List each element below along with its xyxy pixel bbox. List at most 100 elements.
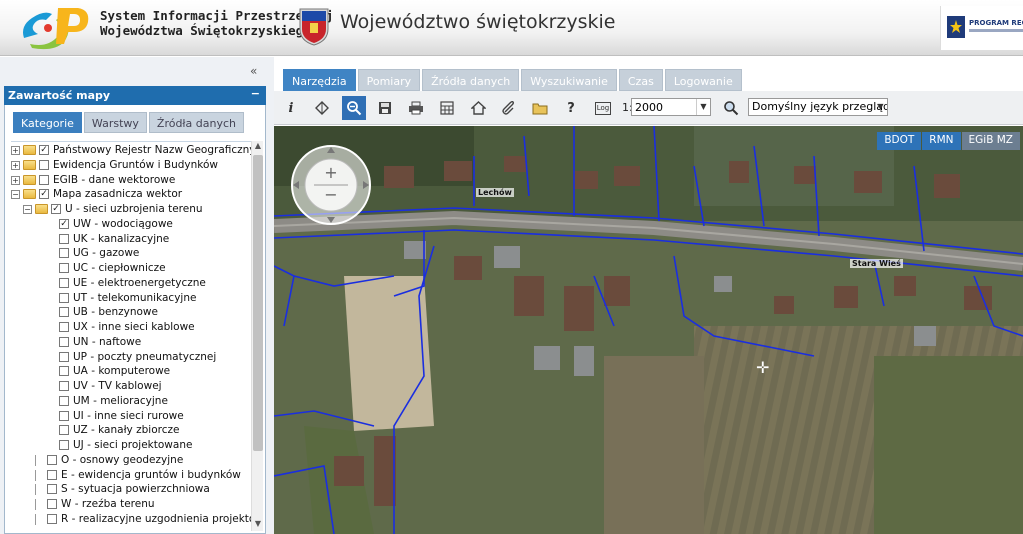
calculator-icon[interactable]	[436, 97, 458, 119]
layer-button-egib-mz[interactable]: EGiB MZ	[961, 132, 1020, 150]
layer-checkbox[interactable]	[59, 440, 69, 450]
collapse-icon[interactable]: −	[23, 205, 32, 214]
tree-item[interactable]: UB - benzynowe	[11, 305, 251, 320]
tree-item[interactable]: UA - komputerowe	[11, 364, 251, 379]
layer-checkbox[interactable]: ✓	[59, 218, 69, 229]
tab-logowanie[interactable]: Logowanie	[664, 69, 742, 91]
layer-checkbox[interactable]	[59, 277, 69, 288]
tree-item-label: U - sieci uzbrojenia terenu	[65, 203, 203, 215]
help-icon[interactable]: ?	[560, 97, 582, 119]
tab-label: Czas	[627, 75, 654, 88]
tree-item[interactable]: + EGIB - dane wektorowe	[11, 173, 251, 188]
tree-item[interactable]: R - realizacyjne uzgodnienia projektow	[11, 512, 251, 527]
layer-checkbox[interactable]	[59, 381, 69, 391]
folder-icon[interactable]	[529, 97, 551, 119]
tab-zrodla[interactable]: Źródła danych	[422, 69, 520, 91]
scroll-thumb[interactable]	[253, 155, 263, 451]
tree-item[interactable]: UT - telekomunikacyjne	[11, 291, 251, 306]
tree-item[interactable]: UM - melioracyjne	[11, 394, 251, 409]
tree-item[interactable]: UC - ciepłownicze	[11, 261, 251, 276]
map-contents-header: Zawartość mapy −	[4, 86, 266, 105]
layer-button-bdot[interactable]: BDOT	[877, 132, 922, 150]
layer-checkbox[interactable]	[59, 410, 69, 421]
layer-checkbox[interactable]	[47, 469, 57, 480]
zoom-window-icon[interactable]	[342, 96, 366, 120]
tree-item-label: UB - benzynowe	[73, 306, 158, 319]
pan-zoom-control[interactable]: + −	[290, 144, 372, 226]
map-view[interactable]: Lechów Stara Wieś + − BDOT RMN EGiB MZ ✛	[274, 126, 1023, 534]
home-icon[interactable]	[467, 97, 489, 119]
tree-item[interactable]: UI - inne sieci rurowe	[11, 409, 251, 424]
tree-item[interactable]: UN - naftowe	[11, 335, 251, 350]
layer-checkbox[interactable]	[47, 499, 57, 509]
tree-item-label: UP - poczty pneumatycznej	[73, 350, 217, 363]
zoom-scale-icon[interactable]	[720, 97, 742, 119]
tree-item[interactable]: UE - elektroenergetyczne	[11, 276, 251, 291]
scale-dropdown-icon[interactable]: ▼	[696, 99, 710, 115]
tree-item[interactable]: + Ewidencja Gruntów i Budynków	[11, 158, 251, 173]
collapse-panel-icon[interactable]: «	[250, 64, 257, 78]
tree-item[interactable]: + ✓ Państwowy Rejestr Nazw Geograficznych	[11, 143, 251, 158]
language-dropdown-icon[interactable]: ▼	[874, 99, 887, 115]
tree-item-label: UX - inne sieci kablowe	[73, 321, 195, 333]
layer-checkbox[interactable]	[39, 159, 49, 170]
layer-checkbox[interactable]	[59, 425, 69, 436]
layer-checkbox[interactable]: ✓	[51, 204, 61, 214]
tab-zrodla-danych[interactable]: Źródła danych	[148, 112, 245, 133]
tree-item[interactable]: UV - TV kablowej	[11, 379, 251, 394]
layer-checkbox[interactable]	[59, 366, 69, 377]
tree-item[interactable]: UP - poczty pneumatycznej	[11, 350, 251, 365]
layer-checkbox[interactable]	[47, 513, 57, 524]
scroll-down-icon[interactable]: ▼	[252, 519, 264, 531]
tree-item[interactable]: O - osnowy geodezyjne	[11, 453, 251, 468]
expand-icon[interactable]: +	[11, 146, 20, 155]
tab-narzedzia[interactable]: Narzędzia	[283, 69, 356, 91]
tree-item[interactable]: UX - inne sieci kablowe	[11, 320, 251, 335]
program-logo-underline	[969, 29, 1023, 32]
print-icon[interactable]	[405, 97, 427, 119]
expand-icon[interactable]: +	[11, 160, 20, 170]
layer-checkbox[interactable]	[59, 322, 69, 332]
tab-kategorie[interactable]: Kategorie	[13, 112, 82, 133]
tab-pomiary[interactable]: Pomiary	[357, 69, 421, 91]
tree-item[interactable]: W - rzeźba terenu	[11, 497, 251, 512]
tree-item[interactable]: UG - gazowe	[11, 246, 251, 261]
coat-of-arms-icon	[299, 8, 329, 46]
expand-icon[interactable]: +	[11, 175, 20, 185]
layers-icon[interactable]	[311, 97, 333, 119]
log-icon[interactable]: Log	[592, 97, 614, 119]
layer-checkbox[interactable]	[59, 336, 69, 347]
tree-item[interactable]: ✓ UW - wodociągowe	[11, 217, 251, 232]
layer-checkbox[interactable]: ✓	[39, 145, 49, 155]
tree-item[interactable]: UZ - kanały zbiorcze	[11, 423, 251, 438]
tree-item[interactable]: UK - kanalizacyjne	[11, 232, 251, 247]
layer-checkbox[interactable]	[59, 351, 69, 362]
layer-checkbox[interactable]	[59, 395, 69, 406]
layer-checkbox[interactable]	[59, 263, 69, 273]
layer-button-rmn[interactable]: RMN	[922, 132, 961, 150]
collapse-icon[interactable]: −	[11, 190, 20, 200]
language-select[interactable]: Domyślny język przeglądar	[748, 98, 888, 116]
layer-checkbox[interactable]	[47, 454, 57, 465]
tab-wyszukiwanie[interactable]: Wyszukiwanie	[521, 69, 617, 91]
tree-item[interactable]: − ✓ U - sieci uzbrojenia terenu	[11, 202, 251, 217]
attach-icon[interactable]	[498, 97, 520, 119]
info-icon[interactable]: i	[280, 97, 302, 119]
tab-czas[interactable]: Czas	[618, 69, 663, 91]
tab-warstwy[interactable]: Warstwy	[83, 112, 147, 133]
layer-checkbox[interactable]	[39, 174, 49, 185]
tree-item[interactable]: S - sytuacja powierzchniowa	[11, 482, 251, 497]
layer-checkbox[interactable]	[59, 307, 69, 318]
layer-checkbox[interactable]	[59, 292, 69, 303]
tree-item[interactable]: UJ - sieci projektowane	[11, 438, 251, 453]
layer-checkbox[interactable]: ✓	[39, 189, 49, 200]
tree-item[interactable]: E - ewidencja gruntów i budynków	[11, 468, 251, 483]
layer-checkbox[interactable]	[59, 248, 69, 259]
minimize-icon[interactable]: −	[251, 87, 260, 100]
tree-scrollbar[interactable]: ▲ ▼	[251, 141, 263, 531]
save-icon[interactable]	[374, 97, 396, 119]
scroll-up-icon[interactable]: ▲	[252, 141, 264, 153]
layer-checkbox[interactable]	[59, 233, 69, 244]
tree-item[interactable]: − ✓ Mapa zasadnicza wektor	[11, 187, 251, 202]
layer-checkbox[interactable]	[47, 484, 57, 495]
